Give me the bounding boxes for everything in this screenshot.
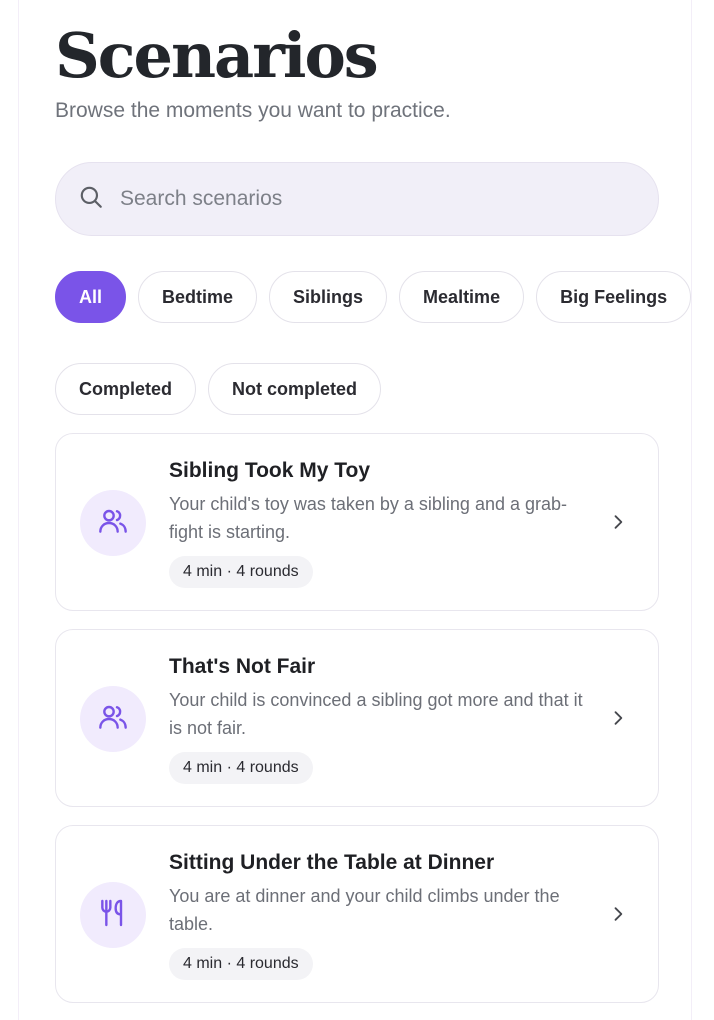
scenario-description: You are at dinner and your child climbs … [169, 886, 560, 934]
filter-row-categories: All Bedtime Siblings Mealtime Big Feelin… [55, 271, 691, 323]
search-bar[interactable] [55, 162, 659, 236]
scenario-icon-badge [80, 490, 146, 556]
filter-chip-siblings[interactable]: Siblings [269, 271, 388, 323]
scenario-title: That's Not Fair [169, 655, 316, 678]
chevron-right-icon [608, 904, 628, 929]
filter-chip-completed[interactable]: Completed [55, 363, 197, 415]
filter-chip-mealtime[interactable]: Mealtime [399, 271, 525, 323]
scenario-icon-badge [80, 882, 146, 948]
search-icon [78, 184, 104, 215]
scenario-title: Sitting Under the Table at Dinner [169, 851, 495, 874]
users-icon [97, 505, 129, 542]
scenario-title: Sibling Took My Toy [169, 459, 371, 482]
chevron-right-icon [608, 708, 628, 733]
filter-chip-all[interactable]: All [55, 271, 127, 323]
scenario-meta-badge: 4 min · 4 rounds [169, 752, 313, 784]
scenario-meta-badge: 4 min · 4 rounds [169, 556, 313, 588]
scenarios-screen: Scenarios Browse the moments you want to… [18, 0, 692, 1020]
chevron-right-icon [608, 512, 628, 537]
scenario-card-sitting-under-table[interactable]: Sitting Under the Table at Dinner You ar… [55, 825, 659, 1003]
search-input[interactable] [118, 186, 602, 212]
scenario-description: Your child is convinced a sibling got mo… [169, 690, 583, 738]
scenario-icon-badge [80, 686, 146, 752]
page-subtitle: Browse the moments you want to practice. [55, 99, 451, 122]
utensils-icon [97, 897, 129, 934]
scenario-description: Your child's toy was taken by a sibling … [169, 494, 568, 542]
scenario-card-sibling-took-my-toy[interactable]: Sibling Took My Toy Your child's toy was… [55, 433, 659, 611]
filter-chip-bedtime[interactable]: Bedtime [138, 271, 258, 323]
filter-row-status: Completed Not completed [55, 363, 382, 415]
scenario-meta-badge: 4 min · 4 rounds [169, 948, 313, 980]
users-icon [97, 701, 129, 738]
filter-chip-not-completed[interactable]: Not completed [208, 363, 382, 415]
scenario-card-thats-not-fair[interactable]: That's Not Fair Your child is convinced … [55, 629, 659, 807]
filter-chip-big-feelings[interactable]: Big Feelings [536, 271, 691, 323]
page-title: Scenarios [55, 19, 379, 92]
